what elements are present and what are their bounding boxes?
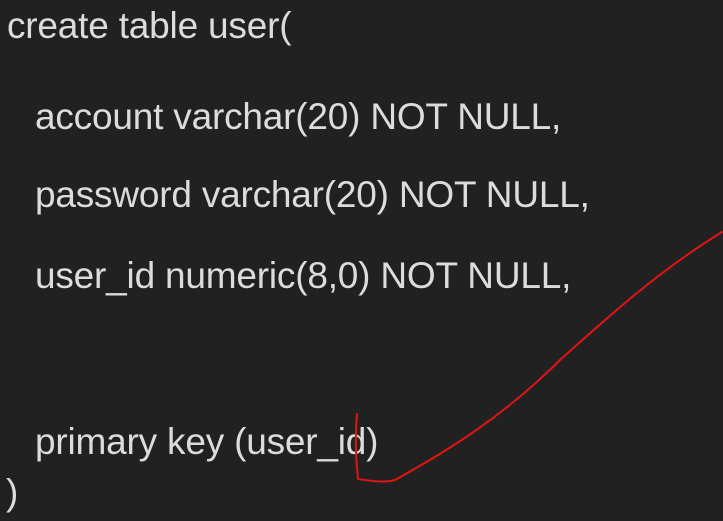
code-line-account: account varchar(20) NOT NULL, [35, 96, 562, 137]
code-line-user-id: user_id numeric(8,0) NOT NULL, [35, 255, 572, 296]
code-view: create table user( account varchar(20) N… [0, 0, 723, 521]
code-line-close-paren: ) [6, 472, 19, 513]
code-line-password: password varchar(20) NOT NULL, [35, 174, 590, 215]
code-line-primary-key: primary key (user_id) [35, 421, 379, 462]
code-line-create-table: create table user( [7, 5, 292, 46]
